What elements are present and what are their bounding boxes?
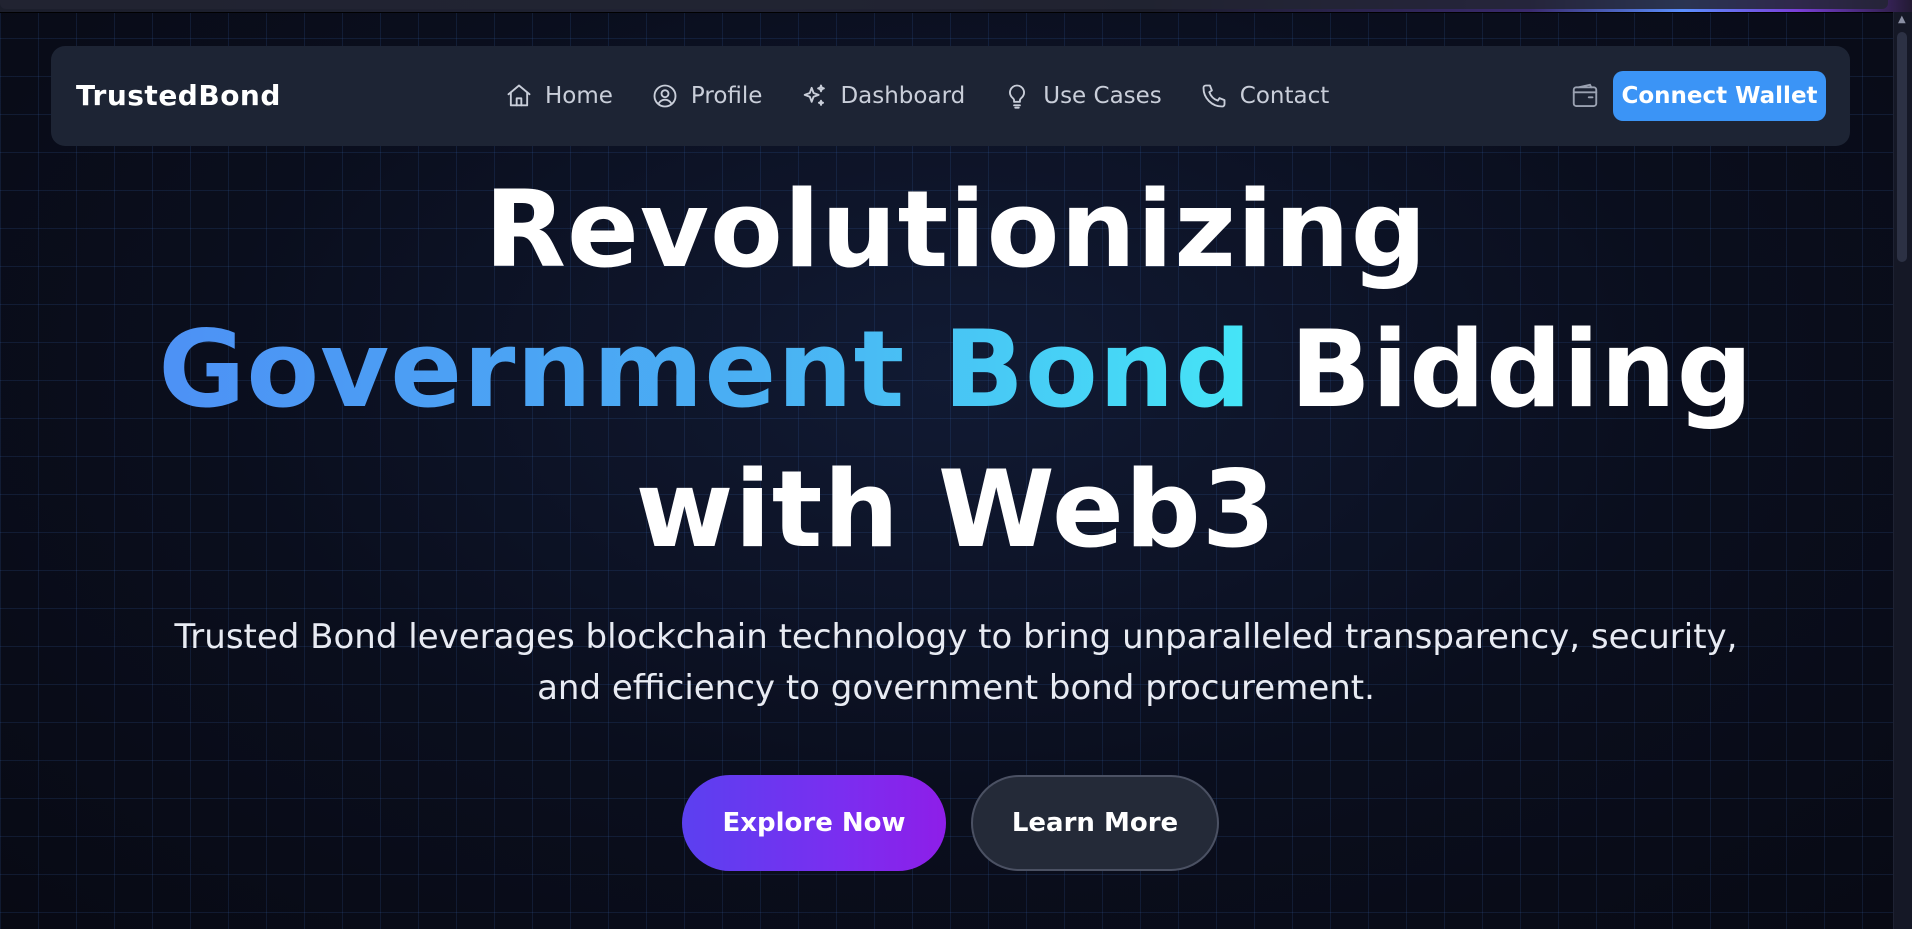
nav-item-use-cases[interactable]: Use Cases	[1003, 82, 1162, 110]
top-edge-strip	[0, 0, 1912, 13]
nav-item-label: Home	[545, 83, 613, 109]
nav-item-label: Use Cases	[1043, 83, 1162, 109]
nav-item-contact[interactable]: Contact	[1200, 82, 1329, 110]
hero-subtitle-line-1: Trusted Bond leverages blockchain techno…	[174, 617, 1738, 657]
hero-title-line-2-rest: Bidding	[1290, 308, 1754, 431]
hero-title: Revolutionizing Government Bond Bidding …	[0, 160, 1912, 580]
nav-item-label: Profile	[690, 83, 763, 109]
learn-more-button[interactable]: Learn More	[971, 775, 1219, 871]
wallet-icon[interactable]	[1570, 81, 1600, 115]
top-navbar: TrustedBond Home Profile Dashboard Use C…	[51, 46, 1850, 146]
phone-icon	[1200, 82, 1228, 110]
hero-title-line-1: Revolutionizing	[484, 168, 1428, 291]
nav-item-profile[interactable]: Profile	[651, 82, 763, 110]
hero-title-line-2: Government Bond Bidding	[0, 300, 1912, 440]
nav-item-home[interactable]: Home	[505, 82, 613, 110]
hero-title-line-3: with Web3	[635, 448, 1277, 571]
brand-logo[interactable]: TrustedBond	[76, 46, 281, 146]
nav-item-label: Contact	[1239, 83, 1330, 109]
sparkles-icon	[800, 82, 828, 110]
lightbulb-icon	[1003, 82, 1031, 110]
hero-subtitle-line-2: and efficiency to government bond procur…	[537, 668, 1375, 708]
nav-links: Home Profile Dashboard Use Cases Contact	[505, 46, 1329, 146]
scroll-up-arrow-icon[interactable]: ▲	[1898, 14, 1906, 26]
user-circle-icon	[651, 82, 679, 110]
top-edge-inner	[0, 0, 1888, 9]
explore-now-button[interactable]: Explore Now	[682, 775, 946, 871]
nav-item-label: Dashboard	[840, 83, 966, 109]
app-viewport: ▲ TrustedBond Home Profile Dashboard Use…	[0, 0, 1912, 929]
hero-title-highlight: Government Bond	[158, 308, 1253, 431]
connect-wallet-button[interactable]: Connect Wallet	[1613, 71, 1826, 121]
home-icon	[505, 82, 533, 110]
nav-item-dashboard[interactable]: Dashboard	[800, 82, 965, 110]
hero-subtitle: Trusted Bond leverages blockchain techno…	[0, 612, 1912, 714]
